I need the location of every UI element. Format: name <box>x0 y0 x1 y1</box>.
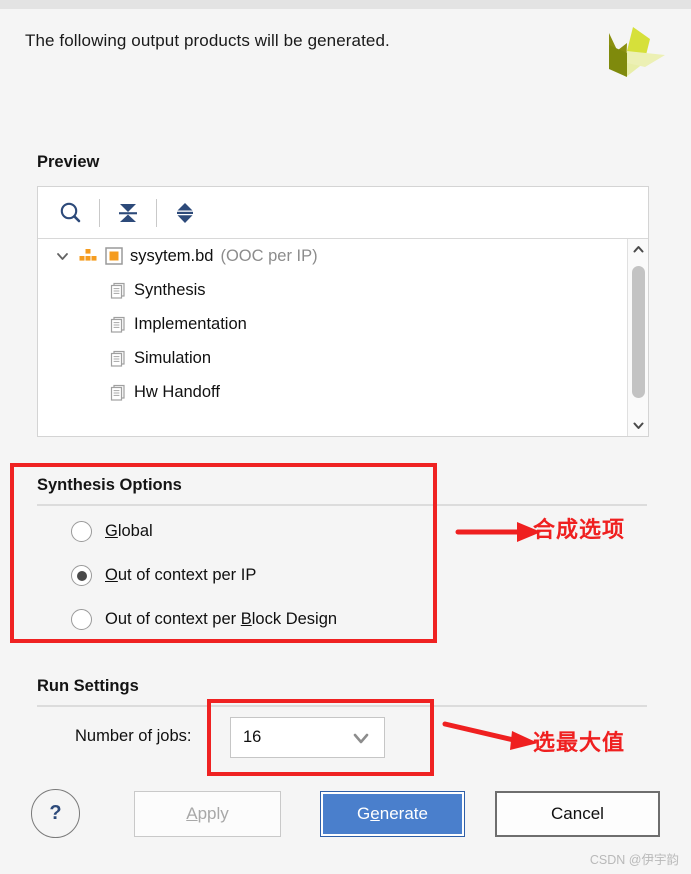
radio-label-pre: Out of context per <box>105 610 241 628</box>
radio-label: Out of context per IP <box>105 566 256 585</box>
synthesis-options-divider <box>37 504 647 506</box>
annotation-text-synthesis: 合成选项 <box>533 517 626 542</box>
generate-button[interactable]: Generate <box>320 791 465 837</box>
document-icon <box>110 350 127 367</box>
tree-row[interactable]: Implementation <box>38 307 648 341</box>
number-of-jobs-value: 16 <box>243 728 262 746</box>
cancel-button[interactable]: Cancel <box>495 791 660 837</box>
tree-root-label: sysytem.bd <box>130 246 214 265</box>
preview-panel: sysytem.bd (OOC per IP) Synthesis Implem… <box>37 186 649 437</box>
generate-output-products-dialog: The following output products will be ge… <box>0 0 691 874</box>
generate-label-pre: G <box>357 804 371 823</box>
bd-file-icon <box>105 247 123 265</box>
chevron-down-icon[interactable] <box>52 246 72 266</box>
tree-row[interactable]: Synthesis <box>38 273 648 307</box>
radio-ooc-per-ip[interactable]: Out of context per IP <box>71 565 256 586</box>
radio-label: Out of context per Block Design <box>105 610 337 629</box>
tree-item-label: Hw Handoff <box>134 382 220 401</box>
tree-row[interactable]: Hw Handoff <box>38 375 648 409</box>
radio-mnemonic: B <box>240 610 252 628</box>
toolbar-divider-2 <box>156 198 157 227</box>
annotation-arrow-synthesis <box>455 522 541 542</box>
watermark: CSDN @伊宇韵 <box>589 853 679 867</box>
radio-mnemonic: G <box>105 522 118 540</box>
radio-indicator[interactable] <box>71 609 92 630</box>
radio-indicator[interactable] <box>71 521 92 542</box>
radio-label: Global <box>105 522 153 541</box>
annotation-text-jobs: 选最大值 <box>533 730 626 755</box>
run-settings-divider <box>37 705 647 707</box>
generate-label-post: nerate <box>379 804 428 823</box>
tree-item-label: Implementation <box>134 314 247 333</box>
output-products-tree: sysytem.bd (OOC per IP) Synthesis Implem… <box>38 239 648 436</box>
toolbar-divider-1 <box>99 198 100 227</box>
dialog-top-strip <box>0 0 691 9</box>
page-title: The following output products will be ge… <box>25 31 390 50</box>
tree-root-suffix: (OOC per IP) <box>220 246 318 265</box>
radio-label-post: ut of context per IP <box>117 566 257 584</box>
annotation-arrow-jobs <box>442 721 538 750</box>
document-icon <box>110 384 127 401</box>
apply-button[interactable]: Apply <box>134 791 281 837</box>
collapse-all-icon[interactable] <box>105 193 151 233</box>
tree-row[interactable]: sysytem.bd (OOC per IP) <box>38 239 648 273</box>
help-button[interactable]: ? <box>31 789 80 838</box>
apply-label-post: pply <box>197 804 229 823</box>
number-of-jobs-dropdown[interactable]: 16 <box>230 717 385 758</box>
scrollbar-thumb[interactable] <box>632 266 645 398</box>
search-icon[interactable] <box>48 193 94 233</box>
run-settings-title: Run Settings <box>37 677 139 695</box>
preview-section-title: Preview <box>37 153 100 171</box>
generate-mnemonic: e <box>370 804 380 823</box>
scroll-up-icon[interactable] <box>628 239 649 260</box>
number-of-jobs-label: Number of jobs: <box>75 727 192 745</box>
radio-label-post: lock Design <box>251 610 338 628</box>
radio-indicator[interactable] <box>71 565 92 586</box>
radio-ooc-per-block-design[interactable]: Out of context per Block Design <box>71 609 337 630</box>
synthesis-options-title: Synthesis Options <box>37 476 182 494</box>
radio-global[interactable]: Global <box>71 521 153 542</box>
apply-mnemonic: A <box>186 804 198 823</box>
tree-row[interactable]: Simulation <box>38 341 648 375</box>
block-design-hierarchy-icon <box>78 248 98 264</box>
tree-item-label: Simulation <box>134 348 212 367</box>
document-icon <box>110 316 127 333</box>
tree-vertical-scrollbar[interactable] <box>627 239 648 436</box>
chevron-down-icon[interactable] <box>351 728 371 748</box>
document-icon <box>110 282 127 299</box>
vivado-logo-icon <box>603 25 675 83</box>
expand-all-icon[interactable] <box>162 193 208 233</box>
preview-toolbar <box>38 187 648 239</box>
radio-label-post: lobal <box>117 522 153 540</box>
tree-item-label: Synthesis <box>134 280 206 299</box>
radio-mnemonic: O <box>105 566 118 584</box>
scroll-down-icon[interactable] <box>628 415 649 436</box>
